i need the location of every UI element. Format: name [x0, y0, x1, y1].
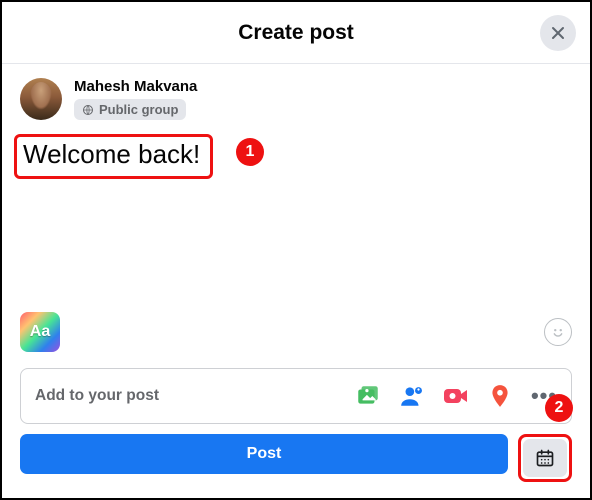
bottom-action-row: Post — [20, 434, 572, 482]
photo-video-button[interactable] — [355, 383, 381, 409]
add-to-post-label: Add to your post — [35, 387, 347, 405]
aa-label: Aa — [30, 323, 50, 341]
globe-icon — [82, 104, 94, 116]
schedule-button[interactable] — [523, 439, 567, 477]
compose-tools-row: Aa — [20, 312, 572, 352]
location-pin-icon — [487, 383, 513, 409]
emoji-button[interactable] — [544, 318, 572, 346]
close-button[interactable] — [540, 15, 576, 51]
smiley-icon — [547, 321, 569, 343]
post-content-area[interactable]: Welcome back! 1 — [2, 126, 590, 179]
tag-people-button[interactable] — [399, 383, 425, 409]
background-color-button[interactable]: Aa — [20, 312, 60, 352]
user-row: Mahesh Makvana Public group — [2, 64, 590, 126]
live-video-button[interactable] — [443, 383, 469, 409]
user-name: Mahesh Makvana — [74, 78, 197, 95]
dialog-title: Create post — [238, 21, 354, 45]
add-to-post-icons: ••• — [355, 383, 557, 409]
post-button[interactable]: Post — [20, 434, 508, 474]
avatar — [20, 78, 62, 120]
calendar-icon — [535, 448, 555, 468]
post-text-input[interactable]: Welcome back! — [23, 139, 200, 169]
tag-people-icon — [399, 383, 425, 409]
highlight-box-1: Welcome back! — [14, 134, 213, 179]
location-button[interactable] — [487, 383, 513, 409]
highlight-box-2 — [518, 434, 572, 482]
dialog-header: Create post — [2, 2, 590, 64]
close-icon — [548, 23, 568, 43]
video-icon — [443, 384, 469, 408]
add-to-post-bar: Add to your post — [20, 368, 572, 424]
audience-selector[interactable]: Public group — [74, 99, 186, 120]
photo-icon — [355, 383, 381, 409]
user-meta: Mahesh Makvana Public group — [74, 78, 197, 120]
annotation-callout-1: 1 — [236, 138, 264, 166]
annotation-callout-2: 2 — [545, 394, 573, 422]
audience-label: Public group — [99, 102, 178, 117]
